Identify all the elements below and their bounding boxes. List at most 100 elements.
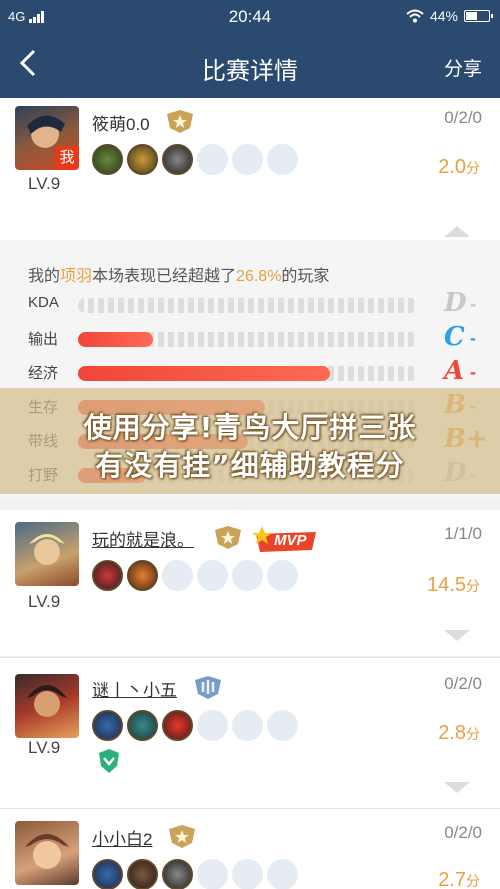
item-icon <box>92 710 123 741</box>
summary-middle: 本场表现已经超越了 <box>92 268 237 285</box>
equipment-slots <box>92 144 298 175</box>
mvp-badge: MVP <box>252 526 320 554</box>
item-icon <box>92 144 123 175</box>
overlay-banner: 使用分享!青鸟大厅拼三张 有没有挂”细辅助教程分 <box>0 388 500 494</box>
kda-value: 0/2/0 <box>444 108 482 127</box>
item-icon <box>162 859 193 889</box>
empty-item-slot <box>232 859 263 889</box>
score-unit: 分 <box>466 726 480 742</box>
item-icon <box>92 859 123 889</box>
stat-row: KDA D - <box>0 288 500 318</box>
collapse-chevron-icon[interactable] <box>444 226 470 237</box>
kda-value: 1/1/0 <box>444 524 482 543</box>
score-value: 2.0 <box>438 156 466 178</box>
expand-chevron-icon[interactable] <box>444 782 470 793</box>
score-value: 14.5 <box>427 574 466 596</box>
player-name[interactable]: 小小白2 <box>92 825 152 850</box>
kda-value: 0/2/0 <box>444 823 482 842</box>
kda-value: 0/2/0 <box>444 674 482 693</box>
share-button[interactable]: 分享 <box>444 54 482 81</box>
empty-item-slot <box>197 710 228 741</box>
overlay-line-1: 使用分享!青鸟大厅拼三张 <box>83 411 417 444</box>
empty-item-slot <box>232 144 263 175</box>
status-bar: 4G 20:44 44% <box>0 0 500 34</box>
hero-avatar <box>15 674 79 738</box>
empty-item-slot <box>267 144 298 175</box>
battery-percent: 44% <box>429 8 458 24</box>
player-card[interactable]: 我 LV.9 筱萌0.0 0/2/0 2.0分 <box>0 98 500 240</box>
hero-name: 项羽 <box>60 268 93 285</box>
wifi-icon <box>406 9 424 23</box>
rank-emblem-icon <box>195 676 221 699</box>
empty-item-slot <box>267 859 298 889</box>
item-icon <box>127 560 158 591</box>
player-card[interactable]: LV.9 玩的就是浪。 MVP 1/1/0 14.5分 <box>0 510 500 656</box>
item-icon <box>127 710 158 741</box>
player-level: LV.9 <box>28 738 61 757</box>
item-icon <box>162 144 193 175</box>
rank-emblem-icon <box>169 825 195 848</box>
nav-bar: 比赛详情 分享 <box>0 34 500 98</box>
item-icon <box>162 710 193 741</box>
empty-item-slot <box>162 560 193 591</box>
stat-grade: A <box>444 356 465 386</box>
rating-score: 2.7分 <box>438 869 480 889</box>
stat-grade-dash: - <box>470 328 476 348</box>
score-value: 2.8 <box>438 722 466 744</box>
equipment-slots <box>92 560 298 591</box>
stat-label: KDA <box>28 294 59 311</box>
battery-icon <box>464 10 493 22</box>
stat-bar-fill <box>78 366 330 381</box>
empty-item-slot <box>197 560 228 591</box>
equipment-slots <box>92 710 298 741</box>
stat-grade: C <box>444 322 465 352</box>
player-name: 筱萌0.0 <box>92 115 150 134</box>
self-badge: 我 <box>55 146 79 170</box>
stat-row: 输出 C - <box>0 322 500 352</box>
hero-portrait-icon <box>25 834 69 869</box>
stat-bar-track <box>78 366 418 381</box>
shield-icon <box>99 749 119 773</box>
score-value: 2.7 <box>438 869 466 889</box>
stat-grade-dash: - <box>470 362 476 382</box>
item-icon <box>92 560 123 591</box>
hero-portrait-icon <box>27 685 67 717</box>
summary-suffix: 的玩家 <box>281 268 330 285</box>
empty-item-slot <box>232 560 263 591</box>
empty-item-slot <box>197 859 228 889</box>
hero-portrait-icon <box>29 534 65 565</box>
stat-bar-track <box>78 332 418 347</box>
empty-item-slot <box>197 144 228 175</box>
stat-label: 输出 <box>28 331 59 348</box>
hero-avatar: 我 <box>15 106 79 170</box>
player-level: LV.9 <box>28 592 61 611</box>
item-icon <box>127 859 158 889</box>
hero-avatar <box>15 522 79 586</box>
stat-label: 经济 <box>28 365 59 382</box>
score-unit: 分 <box>466 873 480 889</box>
hero-avatar <box>15 821 79 885</box>
empty-item-slot <box>267 710 298 741</box>
equipment-slots <box>92 859 298 889</box>
summary-prefix: 我的 <box>28 268 61 285</box>
stat-row: 经济 A - <box>0 356 500 386</box>
stat-bar-fill <box>78 332 153 347</box>
player-card[interactable]: LV.9 谜丨丶小五 0/2/0 2.8分 <box>0 658 500 808</box>
rating-score: 2.0分 <box>438 156 480 179</box>
player-card[interactable]: 小小白2 0/2/0 2.7分 <box>0 809 500 889</box>
player-name[interactable]: 谜丨丶小五 <box>92 676 177 701</box>
score-unit: 分 <box>466 160 480 176</box>
empty-item-slot <box>267 560 298 591</box>
item-icon <box>127 144 158 175</box>
rank-emblem-icon <box>167 110 193 133</box>
performance-summary: 我的项羽本场表现已经超越了26.8%的玩家 <box>28 262 329 286</box>
player-level: LV.9 <box>28 174 61 193</box>
overlay-line-2: 有没有挂”细辅助教程分 <box>95 449 405 482</box>
percentile: 26.8% <box>236 268 282 285</box>
stat-grade-dash: - <box>470 294 476 314</box>
stat-grade: D <box>444 288 467 318</box>
player-name[interactable]: 玩的就是浪。 <box>92 526 194 551</box>
expand-chevron-icon[interactable] <box>444 630 470 641</box>
empty-item-slot <box>232 710 263 741</box>
rating-score: 2.8分 <box>438 722 480 745</box>
